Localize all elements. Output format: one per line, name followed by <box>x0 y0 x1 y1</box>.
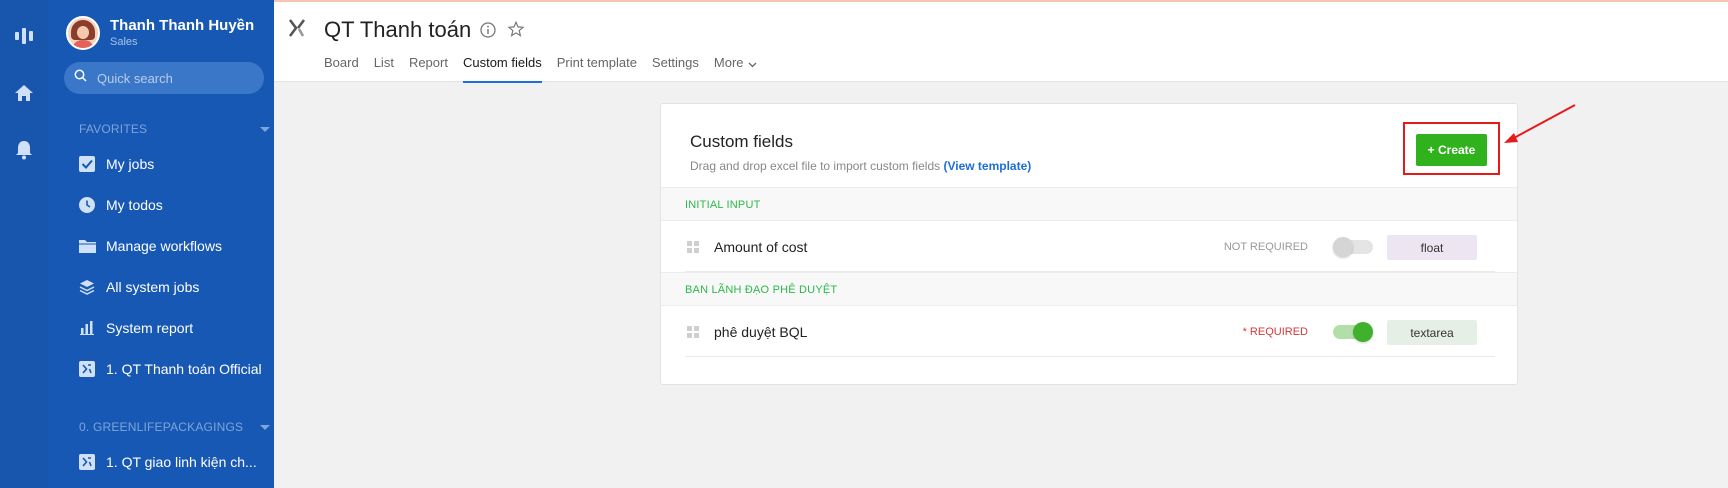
required-label: * REQUIRED <box>1242 326 1308 338</box>
group-header: INITIAL INPUT <box>661 187 1517 221</box>
tab-board[interactable]: Board <box>324 55 359 83</box>
tab-custom-fields[interactable]: Custom fields <box>462 55 542 83</box>
sidebar-item-all-system-jobs[interactable]: All system jobs <box>78 275 274 299</box>
search-icon <box>74 69 87 87</box>
bell-icon[interactable] <box>14 140 34 160</box>
clock-icon <box>78 196 96 214</box>
sidebar: Thanh Thanh Huyền Sales FAVORITES My job… <box>48 0 274 488</box>
quick-search[interactable] <box>64 62 264 94</box>
tab-report[interactable]: Report <box>409 55 448 83</box>
info-icon[interactable] <box>480 22 496 43</box>
view-template-link[interactable]: (View template) <box>943 159 1031 173</box>
drag-handle-icon[interactable] <box>687 241 699 253</box>
caret-down-icon <box>260 127 270 132</box>
field-name: Amount of cost <box>714 239 808 255</box>
icon-rail <box>0 0 48 488</box>
caret-down-icon <box>260 425 270 430</box>
sidebar-item-manage-workflows[interactable]: Manage workflows <box>78 234 274 258</box>
avatar <box>66 16 100 50</box>
chevron-down-icon <box>748 57 757 72</box>
tab-more[interactable]: More <box>714 55 757 83</box>
field-type-badge: textarea <box>1387 320 1477 345</box>
tab-list[interactable]: List <box>374 55 394 83</box>
workflow-icon <box>78 360 96 378</box>
group-header-greenlifepackagings[interactable]: 0. GREENLIFEPACKAGINGS <box>79 420 274 434</box>
create-button[interactable]: + Create <box>1416 134 1487 166</box>
field-row[interactable]: phê duyệt BQL * REQUIRED textarea <box>685 307 1495 357</box>
card-subtitle: Drag and drop excel file to import custo… <box>690 159 1032 173</box>
field-row[interactable]: Amount of cost NOT REQUIRED float <box>685 222 1495 272</box>
required-toggle[interactable] <box>1333 237 1373 257</box>
checkbox-icon <box>78 155 96 173</box>
custom-fields-card: Custom fields Drag and drop excel file t… <box>660 103 1518 385</box>
user-role: Sales <box>110 36 138 48</box>
sidebar-item-my-jobs[interactable]: My jobs <box>78 152 274 176</box>
favorites-header[interactable]: FAVORITES <box>79 122 274 136</box>
user-name: Thanh Thanh Huyền <box>110 17 255 34</box>
card-title: Custom fields <box>690 132 793 151</box>
page-header: QT Thanh toán Board List Report Custom f… <box>274 0 1728 83</box>
annotation-arrow <box>1504 104 1576 143</box>
sidebar-item-qt-giao-linh-kien[interactable]: 1. QT giao linh kiện ch... <box>78 450 274 474</box>
sidebar-item-system-report[interactable]: System report <box>78 316 274 340</box>
workflow-logo-icon <box>288 18 306 43</box>
field-type-badge: float <box>1387 235 1477 260</box>
sidebar-item-my-todos[interactable]: My todos <box>78 193 274 217</box>
star-icon[interactable] <box>507 20 525 42</box>
drag-handle-icon[interactable] <box>687 326 699 338</box>
bar-chart-icon <box>78 319 96 337</box>
workflow-icon <box>78 453 96 471</box>
field-name: phê duyệt BQL <box>714 324 808 340</box>
user-profile[interactable]: Thanh Thanh Huyền Sales <box>66 16 254 50</box>
tab-bar: Board List Report Custom fields Print te… <box>324 55 772 83</box>
group-header: BAN LÃNH ĐẠO PHÊ DUYỆT <box>661 272 1517 306</box>
page-title: QT Thanh toán <box>324 17 472 42</box>
tab-print-template[interactable]: Print template <box>557 55 637 83</box>
tab-settings[interactable]: Settings <box>652 55 699 83</box>
required-label: NOT REQUIRED <box>1223 241 1308 253</box>
home-icon[interactable] <box>14 83 34 103</box>
folder-icon <box>78 237 96 255</box>
required-toggle[interactable] <box>1333 322 1373 342</box>
layers-icon <box>78 278 96 296</box>
app-logo-icon[interactable] <box>14 26 34 46</box>
search-input[interactable] <box>97 70 247 86</box>
sidebar-item-qt-thanh-toan-official[interactable]: 1. QT Thanh toán Official <box>78 357 274 381</box>
